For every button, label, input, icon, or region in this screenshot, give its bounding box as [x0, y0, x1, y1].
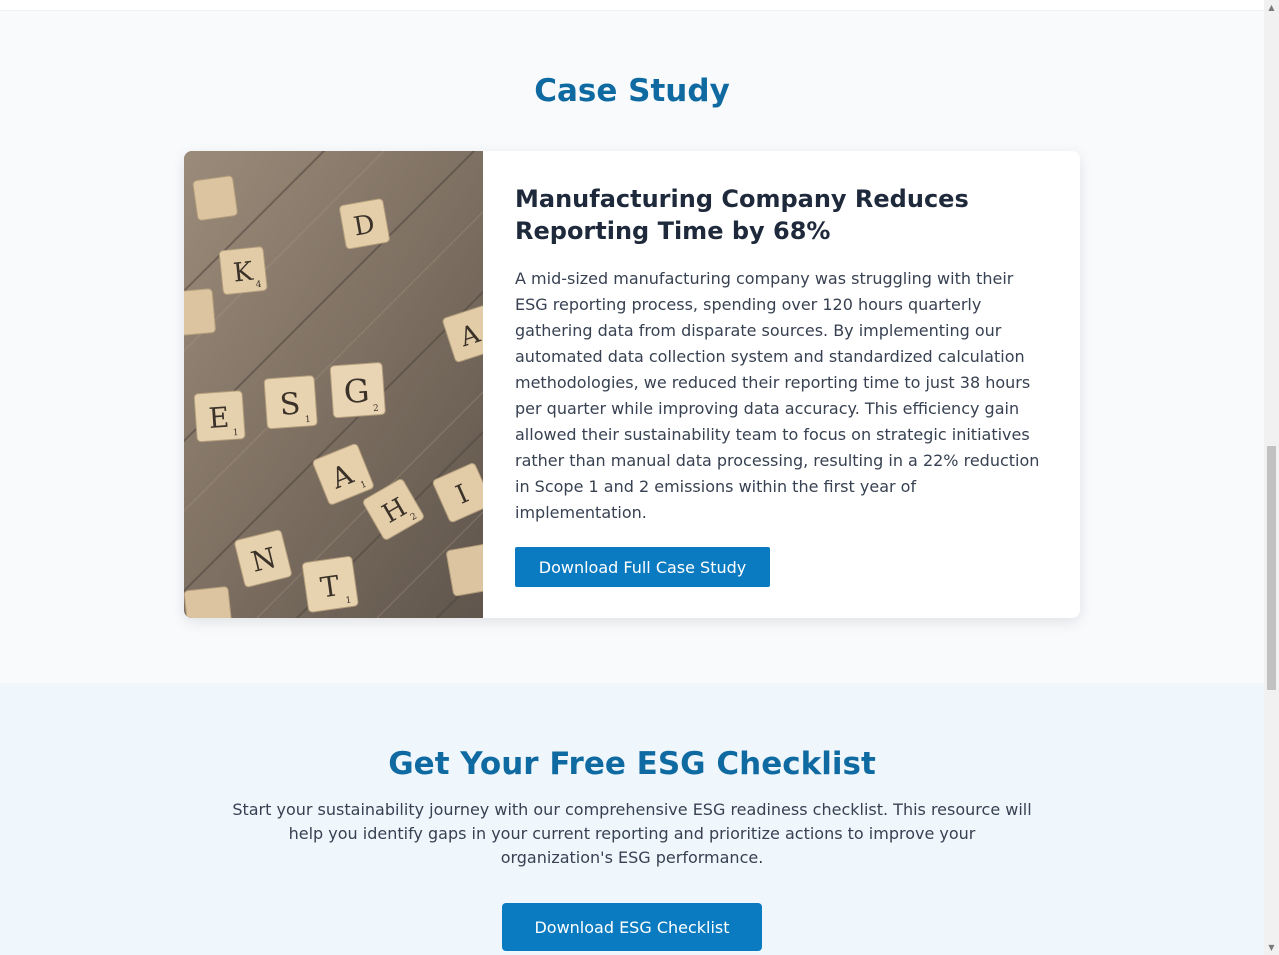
- tile-letter-k: K: [232, 257, 255, 289]
- checklist-section: Get Your Free ESG Checklist Start your s…: [0, 683, 1264, 955]
- case-study-title: Case Study: [534, 73, 730, 109]
- tile-subscript: 2: [373, 404, 379, 414]
- tile-letter-g: G: [343, 371, 371, 411]
- scrabble-tiles-illustration: K 4 D E 1 S 1 G 2 A A 1 H 2 N T 1 I: [184, 151, 483, 618]
- tile-subscript: 1: [305, 415, 311, 425]
- case-study-description: A mid-sized manufacturing company was st…: [515, 269, 1040, 522]
- download-case-study-button[interactable]: Download Full Case Study: [515, 547, 770, 587]
- scrollbar-thumb[interactable]: [1267, 446, 1276, 690]
- top-strip: [0, 0, 1264, 11]
- case-study-image: K 4 D E 1 S 1 G 2 A A 1 H 2 N T 1 I: [184, 151, 483, 618]
- case-study-content: Manufacturing Company Reduces Reporting …: [515, 183, 1045, 526]
- checklist-description: Start your sustainability journey with o…: [232, 800, 1032, 867]
- tile-letter-s: S: [279, 387, 302, 423]
- tile-letter-e: E: [208, 401, 231, 435]
- checklist-title: Get Your Free ESG Checklist: [388, 746, 876, 782]
- arrow-down-icon[interactable]: ▼: [1264, 940, 1279, 955]
- case-study-card: K 4 D E 1 S 1 G 2 A A 1 H 2 N T 1 I Manu…: [184, 151, 1080, 618]
- tile-subscript: 1: [232, 428, 238, 438]
- download-checklist-button[interactable]: Download ESG Checklist: [502, 903, 762, 951]
- vertical-scrollbar[interactable]: ▲ ▼: [1264, 0, 1279, 955]
- case-study-heading: Manufacturing Company Reduces Reporting …: [515, 185, 969, 245]
- arrow-up-icon[interactable]: ▲: [1264, 0, 1279, 15]
- case-study-section: Case Study K 4 D E 1 S 1 G 2 A A 1 H 2 N…: [0, 11, 1264, 683]
